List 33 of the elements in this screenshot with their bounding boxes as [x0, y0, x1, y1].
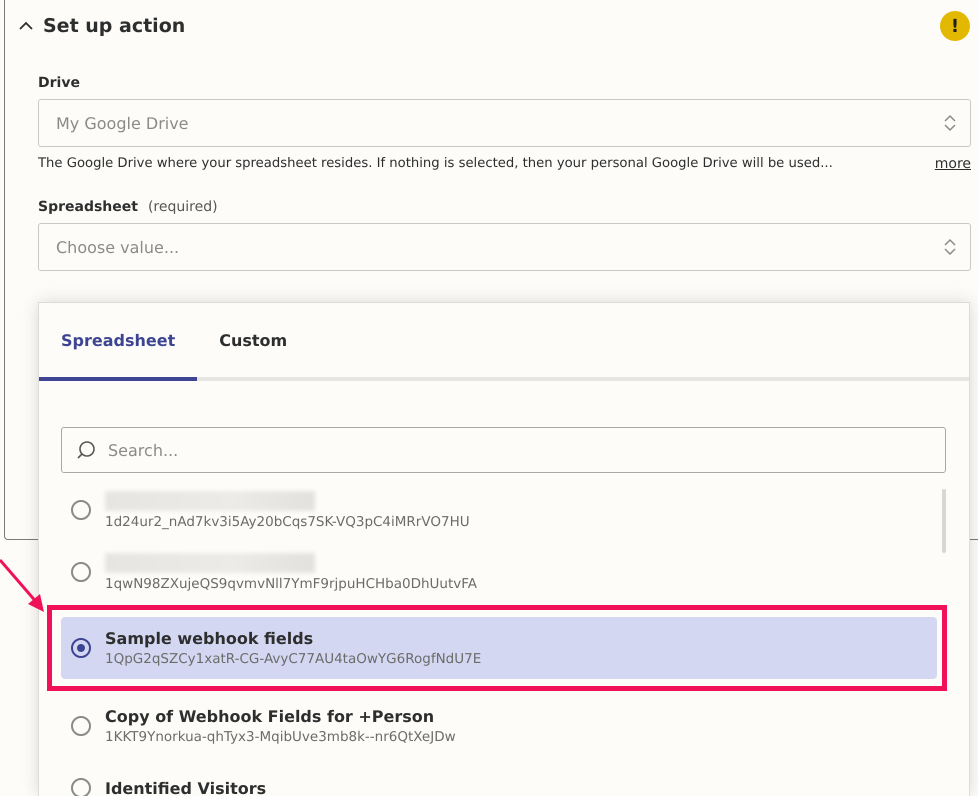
search-field[interactable]: Search...	[61, 427, 946, 473]
help-text: The Google Drive where your spreadsheet resides. If nothing is selected, then your personal Google Drive will be used...	[38, 156, 833, 172]
chevron-icon[interactable]	[19, 21, 33, 31]
option-title: Copy of Webhook Fields for +Person	[105, 707, 436, 726]
search-icon	[76, 440, 96, 460]
radio-button[interactable]	[71, 500, 91, 520]
radio-button[interactable]	[71, 778, 91, 796]
radio-button[interactable]	[71, 716, 91, 736]
spreadsheet-option[interactable]: 1qwN98ZXujeQS9qvmvNll7YmF9rjpuHCHba0DhUutvFA	[61, 541, 937, 603]
updown-caret-icon	[944, 114, 956, 132]
option-title: Sample webhook fields	[105, 629, 314, 648]
option-id: 1QpG2qSZCy1xatR-CG-AvyC77AU4taOwYG6RogfNdU7E	[105, 651, 482, 667]
tab[interactable]: Custom	[197, 303, 310, 381]
tab[interactable]: Spreadsheet	[39, 303, 198, 381]
more-link[interactable]: more	[934, 156, 971, 172]
option-title: Identified Visitors	[105, 778, 266, 796]
required-note: (required)	[148, 199, 218, 215]
spreadsheet-option[interactable]: Copy of Webhook Fields for +Person 1KKT9Ynorkua-qhTyx3-MqibUve3mb8k--nr6QtXeJDw	[61, 695, 937, 757]
radio-button[interactable]	[71, 638, 91, 658]
field-label: Spreadsheet	[38, 199, 138, 215]
scrollbar[interactable]	[942, 489, 946, 553]
option-id: 1KKT9Ynorkua-qhTyx3-MqibUve3mb8k--nr6QtXeJDw	[105, 729, 456, 745]
updown-caret-icon	[944, 238, 956, 256]
spreadsheet-option[interactable]: Identified Visitors	[61, 757, 937, 796]
radio-button[interactable]	[71, 562, 91, 582]
search-input[interactable]: Search...	[106, 440, 931, 460]
option-id: 1qwN98ZXujeQS9qvmvNll7YmF9rjpuHCHba0DhUutvFA	[105, 576, 478, 592]
warning-icon: !	[940, 11, 970, 41]
section-title: Set up action	[43, 15, 186, 37]
spreadsheet-option[interactable]: 1d24ur2_nAd7kv3i5Ay20bCqs7SK-VQ3pC4iMRrVO7HU	[61, 479, 937, 541]
spreadsheet-option[interactable]: Sample webhook fields 1QpG2qSZCy1xatR-CG-AvyC77AU4taOwYG6RogfNdU7E	[61, 617, 937, 679]
option-id: 1d24ur2_nAd7kv3i5Ay20bCqs7SK-VQ3pC4iMRrVO7HU	[105, 514, 470, 530]
field-label: Drive	[38, 75, 80, 91]
